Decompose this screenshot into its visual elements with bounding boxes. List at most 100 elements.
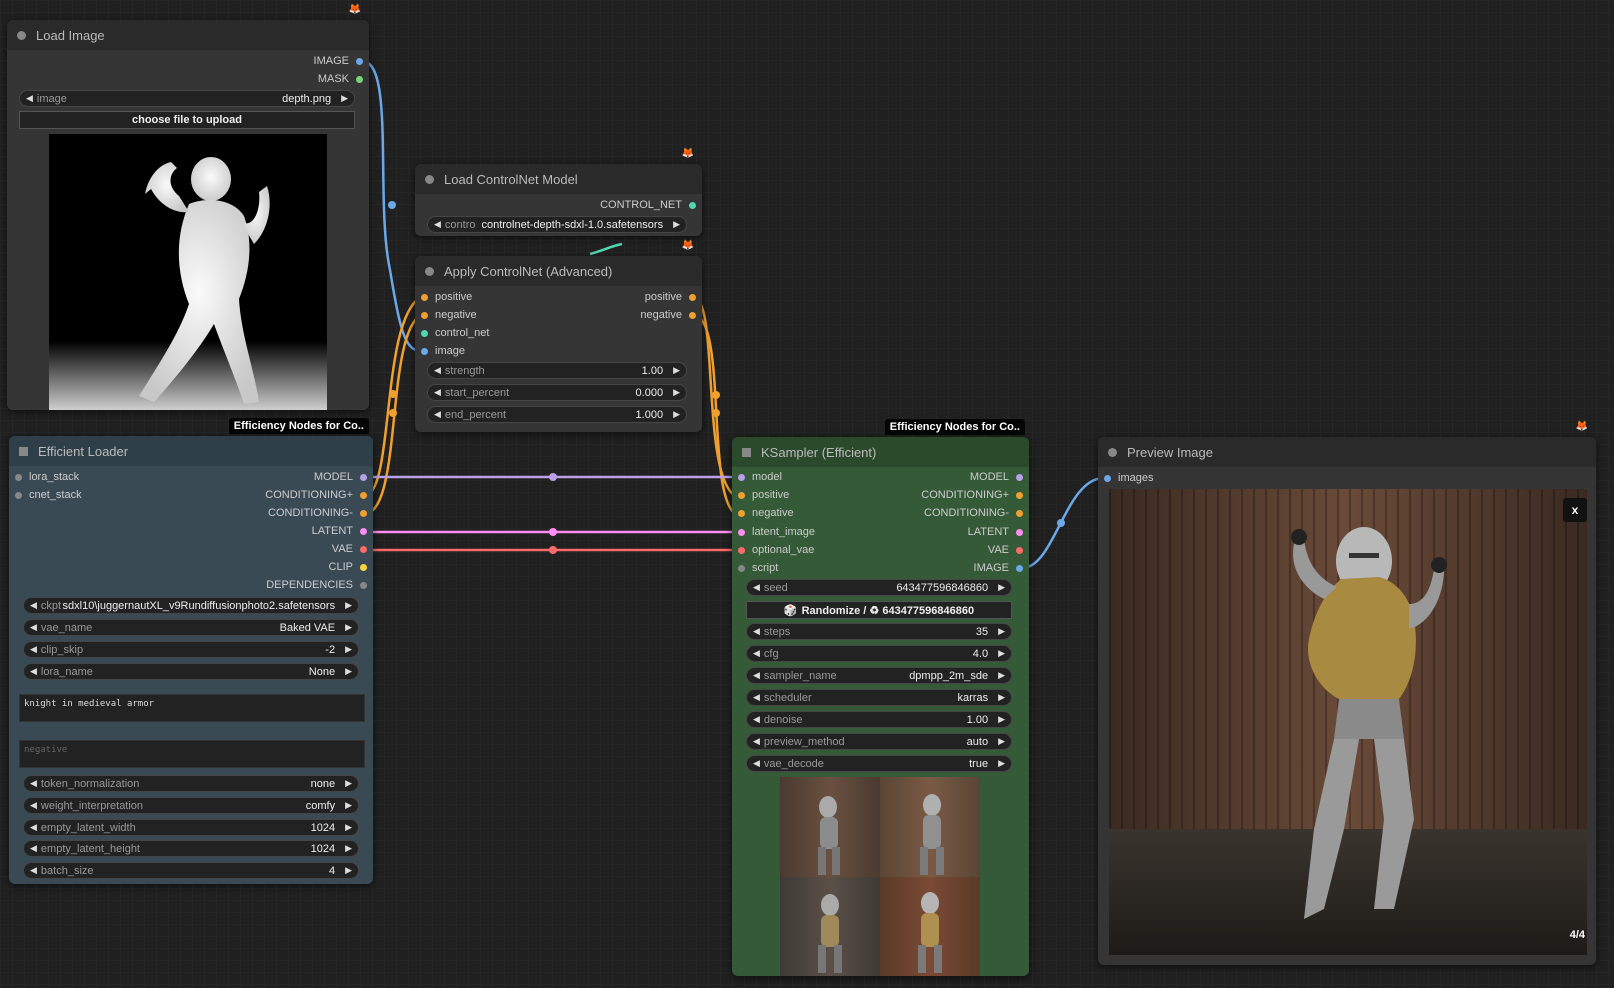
arrow-left-icon[interactable]: ◀ (753, 736, 760, 747)
arrow-right-icon[interactable]: ▶ (345, 666, 352, 677)
slot-dot-icon[interactable] (360, 527, 367, 535)
arrow-right-icon[interactable]: ▶ (998, 714, 1005, 725)
arrow-left-icon[interactable]: ◀ (30, 778, 37, 789)
arrow-left-icon[interactable]: ◀ (26, 93, 33, 104)
arrow-right-icon[interactable]: ▶ (345, 800, 352, 811)
ksampler-node[interactable]: Efficiency Nodes for Co.. KSampler (Effi… (732, 419, 1029, 976)
output-vae[interactable]: VAE (988, 543, 1023, 557)
input-model[interactable]: model (738, 470, 782, 484)
slot-dot-icon[interactable] (738, 546, 745, 554)
output-clip[interactable]: CLIP (329, 560, 367, 574)
output-positive[interactable]: positive (645, 290, 696, 304)
arrow-right-icon[interactable]: ▶ (998, 736, 1005, 747)
token-normalization-widget[interactable]: ◀ token_normalization none ▶ (23, 775, 359, 792)
input-images[interactable]: images (1104, 471, 1153, 485)
slot-dot-icon[interactable] (1016, 564, 1023, 572)
scheduler-widget[interactable]: ◀ scheduler karras ▶ (746, 689, 1012, 706)
preview-image-node[interactable]: 🦊 Preview Image images x 4/4 (1098, 421, 1596, 965)
arrow-left-icon[interactable]: ◀ (434, 365, 441, 376)
output-conditioning-neg[interactable]: CONDITIONING- (268, 506, 367, 520)
output-conditioning-pos[interactable]: CONDITIONING+ (265, 488, 367, 502)
arrow-left-icon[interactable]: ◀ (753, 714, 760, 725)
arrow-right-icon[interactable]: ▶ (998, 758, 1005, 769)
clip-skip-widget[interactable]: ◀ clip_skip -2 ▶ (23, 641, 359, 658)
slot-dot-icon[interactable] (360, 545, 367, 553)
start-percent-widget[interactable]: ◀ start_percent 0.000 ▶ (427, 384, 687, 401)
arrow-right-icon[interactable]: ▶ (345, 600, 352, 611)
input-control-net[interactable]: control_net (421, 326, 489, 340)
vae-decode-widget[interactable]: ◀ vae_decode true ▶ (746, 755, 1012, 772)
seed-widget[interactable]: ◀ seed 643477596846860 ▶ (746, 579, 1012, 596)
slot-dot-icon[interactable] (1016, 491, 1023, 499)
node-header[interactable]: Efficient Loader (9, 436, 373, 466)
input-lora-stack[interactable]: lora_stack (15, 470, 79, 484)
arrow-right-icon[interactable]: ▶ (998, 626, 1005, 637)
efficient-loader-node[interactable]: Efficiency Nodes for Co.. Efficient Load… (9, 418, 373, 884)
output-image[interactable]: IMAGE (974, 561, 1023, 575)
input-positive[interactable]: positive (738, 488, 789, 502)
slot-dot-icon[interactable] (421, 293, 428, 301)
arrow-left-icon[interactable]: ◀ (753, 692, 760, 703)
cfg-widget[interactable]: ◀ cfg 4.0 ▶ (746, 645, 1012, 662)
close-preview-button[interactable]: x (1563, 498, 1587, 522)
output-model[interactable]: MODEL (970, 470, 1023, 484)
input-optional-vae[interactable]: optional_vae (738, 543, 814, 557)
slot-dot-icon[interactable] (15, 473, 22, 481)
arrow-right-icon[interactable]: ▶ (998, 648, 1005, 659)
end-percent-widget[interactable]: ◀ end_percent 1.000 ▶ (427, 406, 687, 423)
output-image[interactable]: IMAGE (314, 54, 363, 68)
arrow-right-icon[interactable]: ▶ (673, 365, 680, 376)
arrow-left-icon[interactable]: ◀ (434, 219, 441, 230)
output-control-net[interactable]: CONTROL_NET (600, 198, 696, 212)
weight-interpretation-widget[interactable]: ◀ weight_interpretation comfy ▶ (23, 797, 359, 814)
output-conditioning-neg[interactable]: CONDITIONING- (924, 506, 1023, 520)
preview-method-widget[interactable]: ◀ preview_method auto ▶ (746, 733, 1012, 750)
input-negative[interactable]: negative (421, 308, 477, 322)
slot-dot-icon[interactable] (421, 329, 428, 337)
arrow-left-icon[interactable]: ◀ (753, 582, 760, 593)
ckpt-name-widget[interactable]: ◀ ckpt sdxl10\juggernautXL_v9Rundiffusio… (23, 597, 359, 614)
arrow-left-icon[interactable]: ◀ (753, 626, 760, 637)
input-positive[interactable]: positive (421, 290, 472, 304)
slot-dot-icon[interactable] (738, 528, 745, 536)
slot-dot-icon[interactable] (360, 491, 367, 499)
thumbnail-image[interactable] (780, 877, 880, 976)
arrow-left-icon[interactable]: ◀ (30, 865, 37, 876)
slot-dot-icon[interactable] (360, 563, 367, 571)
vae-name-widget[interactable]: ◀ vae_name Baked VAE ▶ (23, 619, 359, 636)
slot-dot-icon[interactable] (356, 57, 363, 65)
arrow-right-icon[interactable]: ▶ (345, 622, 352, 633)
arrow-left-icon[interactable]: ◀ (434, 409, 441, 420)
positive-prompt-textarea[interactable]: knight in medieval armor (19, 694, 365, 722)
slot-dot-icon[interactable] (421, 311, 428, 319)
apply-controlnet-node[interactable]: 🦊 Apply ControlNet (Advanced) positive n… (415, 240, 702, 432)
upload-button[interactable]: choose file to upload (19, 111, 355, 129)
slot-dot-icon[interactable] (1016, 528, 1023, 536)
thumbnail-image[interactable] (780, 777, 880, 877)
input-cnet-stack[interactable]: cnet_stack (15, 488, 82, 502)
arrow-right-icon[interactable]: ▶ (998, 582, 1005, 593)
batch-size-widget[interactable]: ◀ batch_size 4 ▶ (23, 862, 359, 879)
control-net-name-widget[interactable]: ◀ contro controlnet-depth-sdxl-1.0.safet… (427, 216, 687, 233)
collapse-dot-icon[interactable] (425, 174, 434, 184)
arrow-left-icon[interactable]: ◀ (753, 758, 760, 769)
steps-widget[interactable]: ◀ steps 35 ▶ (746, 623, 1012, 640)
randomize-seed-button[interactable]: 🎲 Randomize / ♻ 643477596846860 (746, 601, 1012, 619)
input-image[interactable]: image (421, 344, 465, 358)
node-header[interactable]: Load Image (7, 20, 369, 50)
slot-dot-icon[interactable] (421, 347, 428, 355)
preview-image[interactable]: x 4/4 (1109, 489, 1587, 955)
node-header[interactable]: KSampler (Efficient) (732, 437, 1029, 467)
output-latent[interactable]: LATENT (968, 525, 1023, 539)
load-image-node[interactable]: 🦊 Load Image IMAGE MASK ◀ image depth.pn… (7, 4, 369, 410)
empty-latent-width-widget[interactable]: ◀ empty_latent_width 1024 ▶ (23, 819, 359, 836)
arrow-left-icon[interactable]: ◀ (30, 800, 37, 811)
input-negative[interactable]: negative (738, 506, 794, 520)
slot-dot-icon[interactable] (1016, 473, 1023, 481)
arrow-right-icon[interactable]: ▶ (345, 644, 352, 655)
slot-dot-icon[interactable] (689, 311, 696, 319)
slot-dot-icon[interactable] (356, 75, 363, 83)
slot-dot-icon[interactable] (1016, 546, 1023, 554)
collapse-dot-icon[interactable] (17, 30, 26, 40)
collapse-dot-icon[interactable] (1108, 447, 1117, 457)
